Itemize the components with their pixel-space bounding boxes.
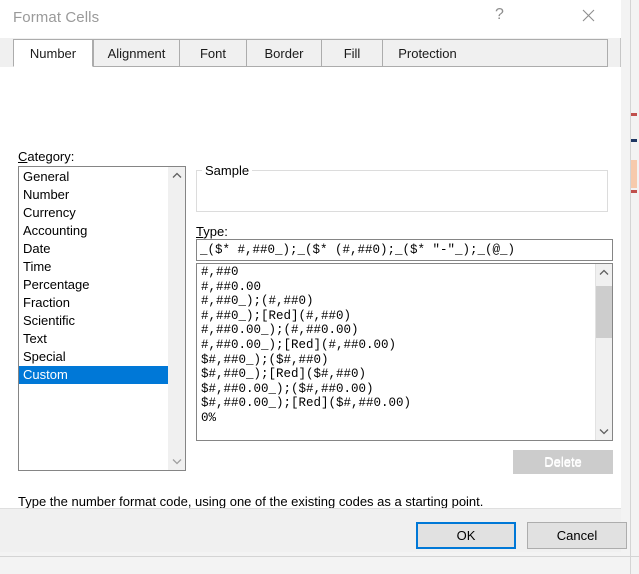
category-items: General Number Currency Accounting Date Time P…: [19, 168, 168, 384]
category-scrollbar[interactable]: [168, 167, 185, 470]
scrollbar-thumb[interactable]: [596, 286, 612, 338]
category-item[interactable]: Text: [19, 330, 168, 348]
help-text: Type the number format code, using one o…: [18, 494, 484, 509]
category-item[interactable]: Time: [19, 258, 168, 276]
scroll-up-icon[interactable]: [596, 264, 612, 281]
type-input[interactable]: _($* #,##0_);_($* (#,##0);_($* "-"_);_(@…: [196, 239, 613, 261]
grid-cell-fragment: [631, 139, 637, 142]
grid-cell-fragment: [631, 113, 637, 116]
category-item[interactable]: Scientific: [19, 312, 168, 330]
question-mark-icon: ?: [495, 6, 504, 23]
category-label: Category:: [18, 149, 75, 164]
sample-group-box: [196, 170, 608, 212]
scroll-down-icon[interactable]: [169, 453, 185, 470]
type-item[interactable]: #,##0_);[Red](#,##0): [197, 309, 593, 324]
number-tab-panel: Category: General Number Currency Accountin…: [0, 67, 621, 509]
close-icon: [582, 9, 595, 22]
scroll-down-icon[interactable]: [596, 423, 612, 440]
type-item[interactable]: #,##0_);(#,##0): [197, 294, 593, 309]
tab-number[interactable]: Number: [13, 39, 93, 67]
tab-fill[interactable]: Fill: [321, 39, 383, 67]
scroll-up-icon[interactable]: [169, 167, 185, 184]
help-button[interactable]: ?: [477, 0, 522, 30]
category-item[interactable]: Special: [19, 348, 168, 366]
grid-line: [0, 556, 639, 557]
category-listbox[interactable]: General Number Currency Accounting Date Time P…: [18, 166, 186, 471]
dialog-title: Format Cells: [13, 9, 100, 26]
category-item[interactable]: Accounting: [19, 222, 168, 240]
ok-button[interactable]: OK: [416, 522, 516, 549]
type-item[interactable]: #,##0.00: [197, 280, 593, 295]
tab-label: Number: [29, 46, 77, 61]
tab-font[interactable]: Font: [179, 39, 247, 67]
grid-line: [630, 0, 631, 574]
tab-strip-filler: [472, 39, 608, 67]
tab-label: Border: [264, 46, 304, 61]
grid-cell-fragment: [631, 190, 637, 193]
category-item[interactable]: Number: [19, 186, 168, 204]
cancel-button[interactable]: Cancel: [527, 522, 627, 549]
close-button[interactable]: [566, 0, 611, 30]
dialog-footer: OK Cancel: [0, 508, 627, 552]
category-item[interactable]: Fraction: [19, 294, 168, 312]
type-item[interactable]: #,##0.00_);[Red](#,##0.00): [197, 338, 593, 353]
type-listbox[interactable]: #,##0 #,##0.00 #,##0_);(#,##0) #,##0_);[Red…: [196, 263, 613, 441]
grid-cell-fragment: [631, 160, 637, 188]
type-items: #,##0 #,##0.00 #,##0_);(#,##0) #,##0_);[Red…: [197, 265, 593, 426]
category-item[interactable]: Custom: [19, 366, 168, 384]
category-item[interactable]: Currency: [19, 204, 168, 222]
type-scrollbar[interactable]: [595, 264, 612, 440]
tab-protection[interactable]: Protection: [382, 39, 473, 67]
format-cells-dialog: Format Cells ? Number Alignment Font Bor…: [0, 0, 627, 552]
type-item[interactable]: 0%: [197, 411, 593, 426]
type-item[interactable]: $#,##0.00_);[Red]($#,##0.00): [197, 396, 593, 411]
tab-label: Protection: [398, 46, 457, 61]
tab-label: Font: [199, 46, 226, 61]
category-item[interactable]: General: [19, 168, 168, 186]
tab-border[interactable]: Border: [246, 39, 322, 67]
dialog-titlebar: Format Cells ?: [0, 0, 621, 38]
tab-label: Fill: [343, 46, 361, 61]
type-item[interactable]: $#,##0.00_);($#,##0.00): [197, 382, 593, 397]
tab-strip: Number Alignment Font Border Fill Protec…: [13, 39, 608, 67]
type-item[interactable]: $#,##0_);[Red]($#,##0): [197, 367, 593, 382]
type-item[interactable]: $#,##0_);($#,##0): [197, 353, 593, 368]
category-item[interactable]: Date: [19, 240, 168, 258]
tab-alignment[interactable]: Alignment: [93, 39, 180, 67]
type-item[interactable]: #,##0.00_);(#,##0.00): [197, 323, 593, 338]
tab-label: Alignment: [107, 46, 166, 61]
sample-legend: Sample: [202, 163, 253, 178]
delete-button[interactable]: Delete: [513, 450, 613, 474]
type-item[interactable]: #,##0: [197, 265, 593, 280]
category-item[interactable]: Percentage: [19, 276, 168, 294]
type-label: Type:: [196, 224, 228, 239]
